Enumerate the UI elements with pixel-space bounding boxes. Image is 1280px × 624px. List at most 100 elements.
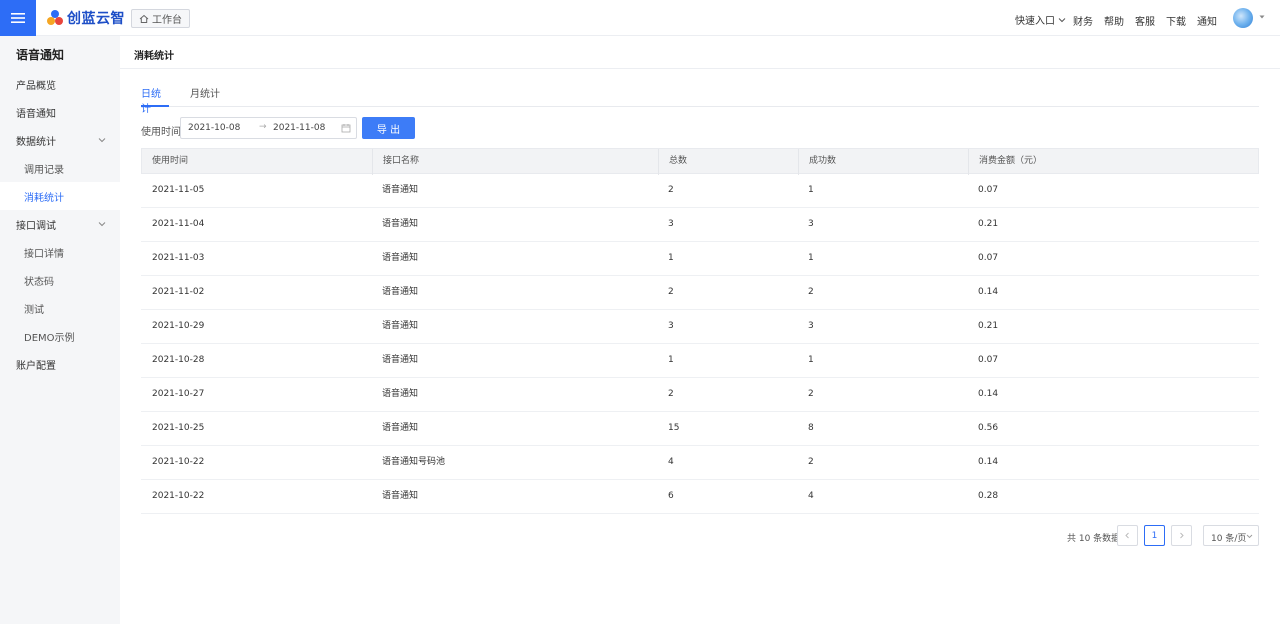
cell-amount: 0.56 bbox=[978, 423, 999, 433]
sidebar-item-product-overview[interactable]: 产品概览 bbox=[0, 70, 120, 98]
table-header: 使用时间 接口名称 总数 成功数 消费金额（元） bbox=[141, 148, 1260, 175]
table-row: 2021-10-25 语音通知 15 8 0.56 bbox=[141, 412, 1259, 446]
chevron-left-icon bbox=[1125, 532, 1129, 539]
sidebar-item-call-records[interactable]: 调用记录 bbox=[0, 154, 120, 182]
table-row: 2021-10-22 语音通知 6 4 0.28 bbox=[141, 480, 1259, 514]
export-button[interactable]: 导 出 bbox=[362, 117, 415, 139]
calendar-icon bbox=[341, 124, 351, 133]
start-date-input[interactable]: 2021-10-08 bbox=[188, 123, 240, 133]
table-row: 2021-10-29 语音通知 3 3 0.21 bbox=[141, 310, 1259, 344]
hamburger-menu-icon bbox=[11, 13, 25, 23]
column-header-success: 成功数 bbox=[798, 149, 968, 175]
cell-total: 2 bbox=[668, 287, 674, 297]
cell-api-name: 语音通知 bbox=[382, 185, 419, 195]
cell-success: 2 bbox=[808, 457, 814, 467]
sidebar-item-api-details[interactable]: 接口详情 bbox=[0, 238, 120, 266]
cell-usage-time: 2021-10-25 bbox=[152, 423, 205, 433]
cell-usage-time: 2021-11-03 bbox=[152, 253, 205, 263]
sidebar-item-demo[interactable]: DEMO示例 bbox=[0, 322, 120, 350]
chevron-down-icon bbox=[98, 222, 106, 227]
main-content: 消耗统计 日统计 月统计 使用时间: 2021-10-08 → 2021-11-… bbox=[120, 36, 1280, 624]
cell-success: 3 bbox=[808, 219, 814, 229]
sidebar: 语音通知 产品概览 语音通知 数据统计 调用记录 消耗统计 接口调试 接口详情 … bbox=[0, 36, 120, 624]
page-size-select[interactable]: 10 条/页 bbox=[1203, 525, 1259, 546]
cell-total: 2 bbox=[668, 185, 674, 195]
date-range-picker[interactable]: 2021-10-08 → 2021-11-08 bbox=[180, 117, 357, 139]
cell-amount: 0.07 bbox=[978, 185, 999, 195]
cell-total: 2 bbox=[668, 389, 674, 399]
cell-amount: 0.07 bbox=[978, 253, 999, 263]
cell-usage-time: 2021-11-05 bbox=[152, 185, 205, 195]
cell-total: 4 bbox=[668, 457, 674, 467]
end-date-input[interactable]: 2021-11-08 bbox=[273, 123, 325, 133]
cell-api-name: 语音通知 bbox=[382, 423, 419, 433]
sidebar-item-data-stats[interactable]: 数据统计 bbox=[0, 126, 120, 154]
workbench-button[interactable]: 工作台 bbox=[131, 9, 190, 28]
table-row: 2021-10-27 语音通知 2 2 0.14 bbox=[141, 378, 1259, 412]
table-row: 2021-10-22 语音通知号码池 4 2 0.14 bbox=[141, 446, 1259, 480]
help-link[interactable]: 帮助 bbox=[1104, 13, 1124, 28]
cell-success: 1 bbox=[808, 355, 814, 365]
table-row: 2021-11-02 语音通知 2 2 0.14 bbox=[141, 276, 1259, 310]
table-row: 2021-10-28 语音通知 1 1 0.07 bbox=[141, 344, 1259, 378]
cell-total: 1 bbox=[668, 355, 674, 365]
next-page-button[interactable] bbox=[1171, 525, 1192, 546]
sidebar-item-api-debug[interactable]: 接口调试 bbox=[0, 210, 120, 238]
notifications-link[interactable]: 通知 bbox=[1197, 13, 1217, 28]
sidebar-item-voice-notice[interactable]: 语音通知 bbox=[0, 98, 120, 126]
cell-total: 15 bbox=[668, 423, 680, 433]
stats-tabs: 日统计 月统计 bbox=[141, 85, 1259, 115]
cell-success: 2 bbox=[808, 287, 814, 297]
cell-total: 3 bbox=[668, 219, 674, 229]
usage-time-label: 使用时间: bbox=[141, 127, 185, 138]
download-link[interactable]: 下载 bbox=[1166, 13, 1186, 28]
sidebar-item-status-codes[interactable]: 状态码 bbox=[0, 266, 120, 294]
column-header-amount: 消费金额（元） bbox=[968, 149, 1260, 175]
cell-total: 1 bbox=[668, 253, 674, 263]
tab-daily-stats[interactable]: 日统计 bbox=[141, 85, 169, 115]
cell-amount: 0.14 bbox=[978, 457, 999, 467]
cell-success: 4 bbox=[808, 491, 814, 501]
page-number-button[interactable]: 1 bbox=[1144, 525, 1165, 546]
date-range-separator: → bbox=[259, 122, 267, 132]
previous-page-button[interactable] bbox=[1117, 525, 1138, 546]
avatar[interactable] bbox=[1233, 8, 1253, 28]
finance-link[interactable]: 财务 bbox=[1073, 13, 1093, 28]
cell-api-name: 语音通知 bbox=[382, 287, 419, 297]
chevron-down-icon bbox=[1058, 17, 1066, 22]
workbench-label: 工作台 bbox=[152, 15, 182, 26]
sidebar-item-consumption-stats[interactable]: 消耗统计 bbox=[0, 182, 120, 210]
column-header-total: 总数 bbox=[658, 149, 798, 175]
customer-service-link[interactable]: 客服 bbox=[1135, 13, 1155, 28]
cell-api-name: 语音通知 bbox=[382, 355, 419, 365]
cell-usage-time: 2021-10-22 bbox=[152, 491, 205, 501]
chevron-down-icon bbox=[98, 138, 106, 143]
sidebar-item-account-config[interactable]: 账户配置 bbox=[0, 350, 120, 378]
cell-usage-time: 2021-10-29 bbox=[152, 321, 205, 331]
table-row: 2021-11-05 语音通知 2 1 0.07 bbox=[141, 174, 1259, 208]
cell-amount: 0.21 bbox=[978, 321, 999, 331]
cell-success: 1 bbox=[808, 185, 814, 195]
quick-entry-dropdown[interactable]: 快速入口 bbox=[1015, 12, 1066, 27]
caret-down-icon[interactable] bbox=[1258, 13, 1266, 21]
brand-logo[interactable]: 创蓝云智 bbox=[46, 8, 125, 28]
table-body: 2021-11-05 语音通知 2 1 0.07 2021-11-04 语音通知… bbox=[141, 174, 1259, 514]
sidebar-title: 语音通知 bbox=[16, 48, 65, 62]
top-bar: 创蓝云智 工作台 快速入口 财务 帮助 客服 下载 通知 bbox=[0, 0, 1280, 36]
cell-total: 6 bbox=[668, 491, 674, 501]
cell-api-name: 语音通知 bbox=[382, 321, 419, 331]
home-icon bbox=[139, 14, 149, 23]
chevron-right-icon bbox=[1180, 532, 1184, 539]
cell-api-name: 语音通知 bbox=[382, 491, 419, 501]
column-header-usage-time: 使用时间 bbox=[152, 156, 189, 166]
cell-amount: 0.07 bbox=[978, 355, 999, 365]
cell-success: 2 bbox=[808, 389, 814, 399]
page-title: 消耗统计 bbox=[134, 51, 174, 62]
cell-amount: 0.21 bbox=[978, 219, 999, 229]
chevron-down-icon bbox=[1246, 534, 1253, 539]
sidebar-item-label: 数据统计 bbox=[16, 136, 56, 148]
tab-monthly-stats[interactable]: 月统计 bbox=[190, 85, 220, 107]
menu-toggle-button[interactable] bbox=[0, 0, 36, 36]
cell-usage-time: 2021-10-27 bbox=[152, 389, 205, 399]
sidebar-item-test[interactable]: 测试 bbox=[0, 294, 120, 322]
